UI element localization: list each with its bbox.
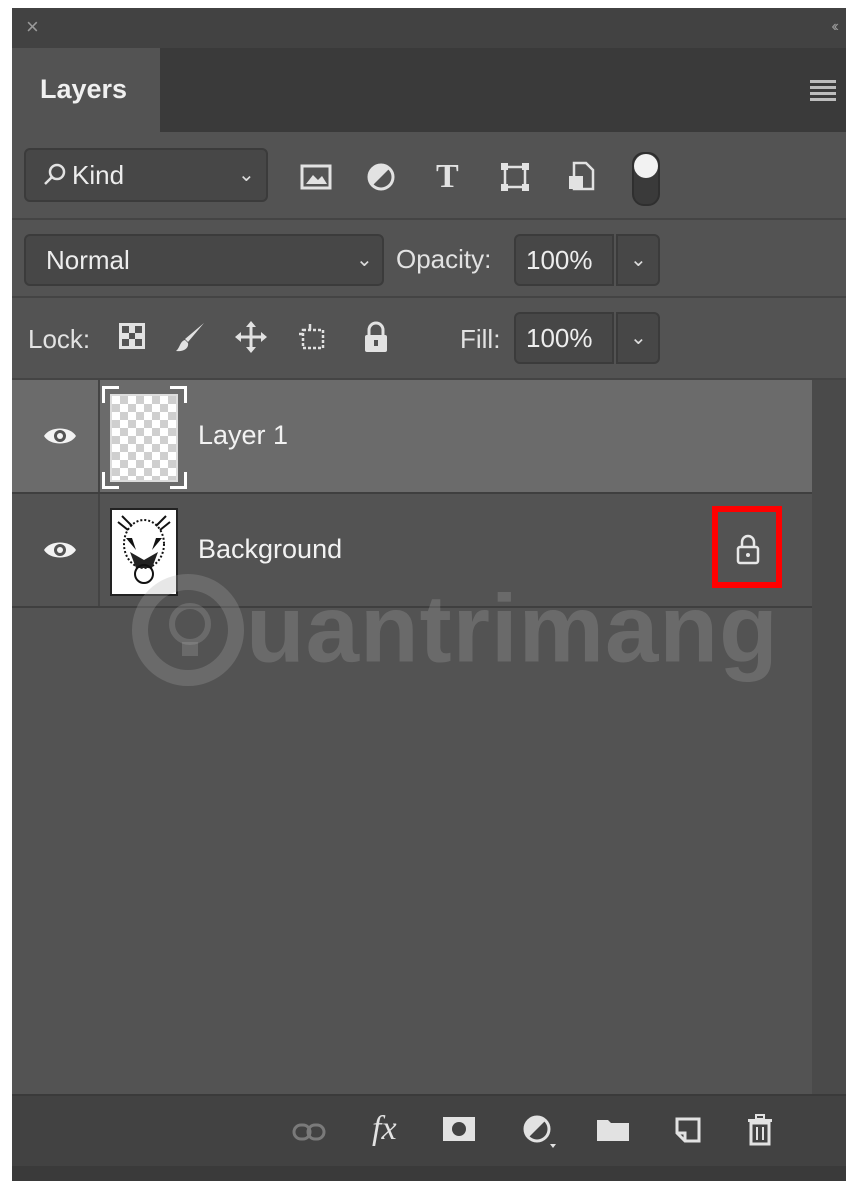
- opacity-dropdown-button[interactable]: ⌄: [616, 234, 660, 286]
- blend-mode-value: Normal: [46, 245, 130, 275]
- lock-position-icon[interactable]: [234, 320, 268, 354]
- lock-highlight-box: [712, 506, 782, 588]
- adjustment-filter-icon[interactable]: [366, 162, 396, 192]
- layer-name[interactable]: Background: [198, 534, 342, 565]
- background-thumbnail: [110, 508, 178, 596]
- blend-row: Normal ⌄ Opacity: 100% ⌄: [12, 220, 846, 298]
- delete-layer-icon[interactable]: [746, 1114, 774, 1146]
- add-mask-icon[interactable]: [442, 1116, 476, 1142]
- skull-artwork-image: [117, 515, 171, 584]
- fill-field[interactable]: 100%: [514, 312, 614, 364]
- chevron-down-icon: ⌄: [630, 249, 647, 271]
- new-layer-icon[interactable]: [674, 1116, 702, 1144]
- row-divider: [98, 380, 100, 492]
- fill-dropdown-button[interactable]: ⌄: [616, 312, 660, 364]
- tab-layers[interactable]: Layers: [12, 48, 160, 132]
- opacity-value: 100%: [526, 245, 593, 275]
- lock-image-pixels-icon[interactable]: [174, 320, 208, 354]
- blend-mode-select[interactable]: Normal ⌄: [24, 234, 384, 286]
- panel-title-bar: × ‹‹: [12, 8, 846, 48]
- layer-row-background[interactable]: Background: [12, 494, 812, 608]
- opacity-field[interactable]: 100%: [514, 234, 614, 286]
- filter-toggle-knob: [634, 154, 658, 178]
- shape-filter-icon[interactable]: [500, 162, 530, 192]
- image-filter-icon[interactable]: [300, 164, 332, 190]
- layers-panel: × ‹‹ Layers Kind ⌄ T Normal ⌄ Opacity: 1…: [12, 8, 846, 1181]
- new-adjustment-icon[interactable]: [522, 1114, 556, 1148]
- fill-value: 100%: [526, 323, 593, 353]
- thumbnail-corner: [170, 386, 187, 403]
- panel-resize-strip[interactable]: [12, 1166, 846, 1181]
- panel-menu-icon[interactable]: [810, 80, 836, 104]
- bottom-toolbar: fx: [12, 1094, 846, 1168]
- thumbnail-corner: [102, 472, 119, 489]
- type-filter-icon[interactable]: T: [436, 158, 459, 196]
- chevron-down-icon: ⌄: [356, 249, 373, 271]
- chevron-down-icon: ⌄: [238, 164, 255, 186]
- fill-label: Fill:: [460, 324, 501, 354]
- row-divider: [98, 494, 100, 606]
- lock-transparent-pixels-icon[interactable]: [118, 322, 146, 350]
- thumbnail-corner: [170, 472, 187, 489]
- tab-layers-label: Layers: [40, 74, 128, 104]
- lock-row: Lock: Fill: 100% ⌄: [12, 298, 846, 380]
- layers-scrollbar[interactable]: [812, 380, 846, 1102]
- visibility-eye-icon[interactable]: [42, 538, 78, 562]
- layer-1-thumbnail: [110, 394, 178, 482]
- smart-object-filter-icon[interactable]: [566, 160, 596, 192]
- filter-kind-select[interactable]: Kind ⌄: [24, 148, 268, 202]
- layer-row-layer-1[interactable]: Layer 1: [12, 380, 812, 494]
- filter-toggle[interactable]: [632, 152, 660, 206]
- thumbnail-corner: [102, 386, 119, 403]
- search-icon: [44, 163, 66, 185]
- chevron-down-icon: ⌄: [630, 327, 647, 349]
- link-layers-icon[interactable]: [292, 1122, 326, 1142]
- visibility-eye-icon[interactable]: [42, 424, 78, 448]
- lock-all-icon[interactable]: [362, 320, 390, 354]
- lock-artboard-icon[interactable]: [296, 320, 330, 354]
- collapse-icon[interactable]: ‹‹: [831, 18, 838, 36]
- opacity-label: Opacity:: [396, 244, 492, 274]
- close-icon[interactable]: ×: [26, 16, 39, 38]
- new-group-icon[interactable]: [596, 1116, 630, 1142]
- filter-kind-label: Kind: [72, 160, 125, 190]
- layer-name[interactable]: Layer 1: [198, 420, 288, 451]
- lock-label: Lock:: [28, 324, 91, 354]
- filter-row: Kind ⌄ T: [12, 132, 846, 220]
- tab-bar: Layers: [12, 48, 846, 132]
- fx-icon[interactable]: fx: [372, 1110, 397, 1148]
- layers-list[interactable]: Layer 1 Background: [12, 380, 846, 1102]
